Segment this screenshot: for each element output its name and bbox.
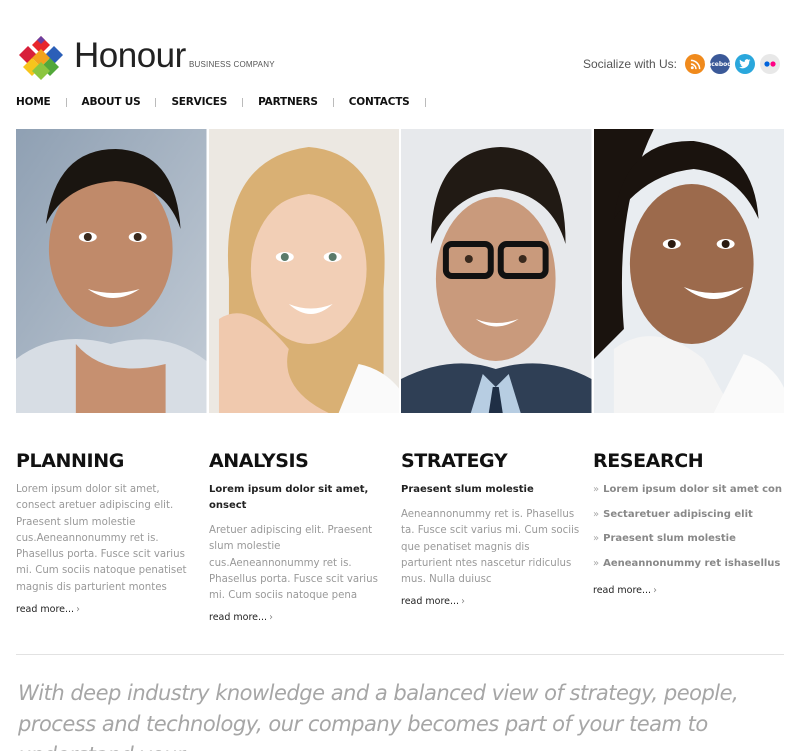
rss-icon[interactable] [685,54,705,74]
arrow-right-icon: › [76,604,80,616]
flickr-icon[interactable] [760,54,780,74]
read-more-label: read more... [593,585,652,597]
photo-woman-blonde [208,129,399,413]
social-bar: Socialize with Us: facebook [583,54,780,74]
bullet-icon: » [593,557,600,569]
bullet-icon: » [593,533,600,545]
social-label: Socialize with Us: [582,57,677,71]
arrow-right-icon: › [653,585,657,597]
read-more-link[interactable]: read more... › [593,585,657,596]
bullet-icon: » [593,484,600,495]
read-more-link[interactable]: read more... › [401,596,465,607]
feature-lead: Praesent slum molestie [401,484,534,495]
read-more-link[interactable]: read more... › [16,604,80,615]
read-more-link[interactable]: read more... › [209,612,273,623]
list-item-label: Aeneannonummy ret ishasellus [603,557,781,569]
feature-body: Aretuer adipiscing elit. Praesent slum m… [209,525,378,602]
nav-divider [242,97,244,107]
list-item[interactable]: » Lorem ipsum dolor sit amet con [593,482,784,498]
feature-title: RESEARCH [593,450,704,472]
intro-quote: With deep industry knowledge and a balan… [18,681,739,751]
logo-subtitle: BUSINESS COMPANY [189,60,275,69]
feature-strategy: STRATEGY Praesent slum molestie Aeneanno… [401,450,581,609]
research-list: » Lorem ipsum dolor sit amet con » Sectare… [593,482,784,572]
feature-title: ANALYSIS [209,450,309,472]
feature-title: PLANNING [16,450,124,472]
photo-man-glasses [401,129,592,413]
list-item[interactable]: » Sectaretuer adipiscing elit [593,507,784,523]
list-item-label: Praesent slum molestie [603,533,736,545]
nav-partners[interactable]: PARTNERS [258,96,318,108]
nav-divider [332,97,334,107]
logo-icon[interactable] [16,34,66,84]
photo-woman-smiling [593,129,784,413]
section-divider [16,654,784,655]
logo-text[interactable]: Honour [74,34,186,78]
facebook-icon[interactable]: facebook [705,54,735,74]
nav-services[interactable]: SERVICES [171,96,227,108]
feature-planning: PLANNING Lorem ipsum dolor sit amet, con… [16,450,196,617]
nav-divider [65,97,67,107]
nav-about-us[interactable]: ABOUT US [82,96,141,108]
feature-title: STRATEGY [401,450,508,472]
photo-strip [16,129,784,413]
main-nav: HOME ABOUT US SERVICES PARTNERS CONTACTS [16,96,441,108]
arrow-right-icon: › [269,612,273,624]
list-item-label: Lorem ipsum dolor sit amet con [603,484,783,495]
nav-divider [424,97,426,107]
bullet-icon: » [593,508,600,520]
nav-contacts[interactable]: CONTACTS [349,96,410,108]
facebook-icon-text: facebook [704,60,736,68]
nav-divider [155,97,157,107]
read-more-label: read more... [209,612,268,624]
feature-lead: Lorem ipsum dolor sit amet, onsect [209,484,369,511]
feature-body: Aeneannonummy ret is. Phasellus ta. Fusc… [401,509,580,586]
twitter-icon[interactable] [735,54,755,74]
feature-analysis: ANALYSIS Lorem ipsum dolor sit amet, ons… [209,450,389,625]
read-more-label: read more... [401,596,460,608]
read-more-label: read more... [16,604,75,616]
nav-home[interactable]: HOME [16,96,51,108]
list-item[interactable]: » Praesent slum molestie [593,531,784,547]
arrow-right-icon: › [461,596,465,608]
list-item[interactable]: » Aeneannonummy ret ishasellus [593,556,784,572]
feature-body: Lorem ipsum dolor sit amet, consect aret… [16,484,187,593]
list-item-label: Sectaretuer adipiscing elit [603,508,753,520]
photo-man-smiling [16,129,207,413]
header: Honour BUSINESS COMPANY Socialize with U… [16,30,784,86]
feature-research: RESEARCH » Lorem ipsum dolor sit amet con… [593,450,784,598]
